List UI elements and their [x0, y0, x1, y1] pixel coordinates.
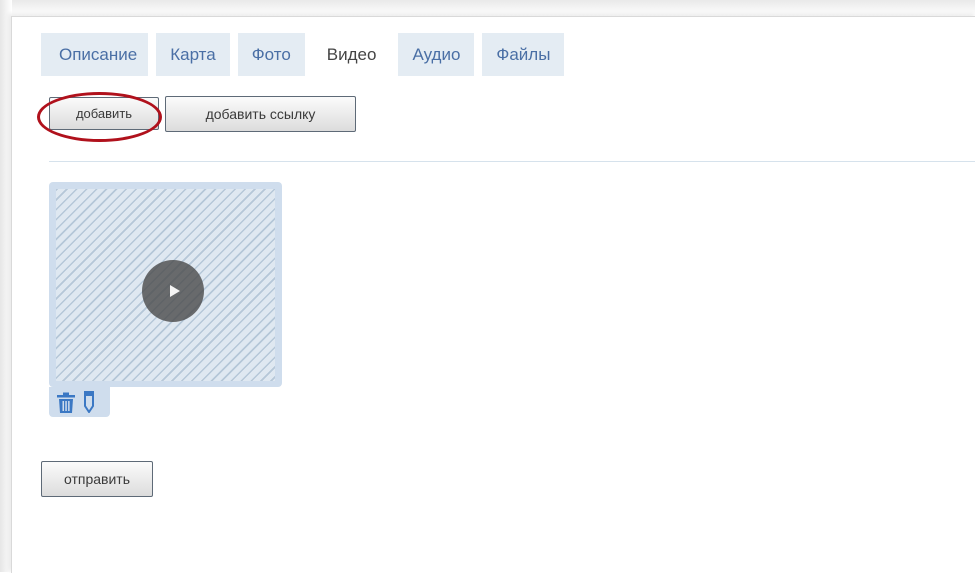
tab-description[interactable]: Описание: [41, 33, 149, 76]
video-card[interactable]: [49, 182, 282, 387]
add-button[interactable]: добавить: [49, 97, 159, 130]
window-shadow-top: [0, 0, 975, 16]
video-thumbnail[interactable]: [56, 189, 275, 381]
submit-button[interactable]: отправить: [41, 461, 153, 497]
add-link-button[interactable]: добавить ссылку: [165, 96, 356, 132]
video-actions-bar: [49, 387, 110, 417]
play-triangle: [169, 285, 180, 297]
play-icon[interactable]: [142, 260, 204, 322]
tab-photo[interactable]: Фото: [237, 33, 305, 76]
tab-files[interactable]: Файлы: [482, 33, 565, 76]
divider: [49, 161, 975, 162]
tab-bar: Описание Карта Фото Видео Аудио Файлы: [41, 33, 572, 76]
tab-audio[interactable]: Аудио: [398, 33, 475, 76]
trash-icon[interactable]: [56, 392, 76, 419]
tab-video[interactable]: Видео: [312, 33, 391, 76]
tab-map[interactable]: Карта: [156, 33, 230, 76]
edit-icon[interactable]: [83, 391, 95, 418]
